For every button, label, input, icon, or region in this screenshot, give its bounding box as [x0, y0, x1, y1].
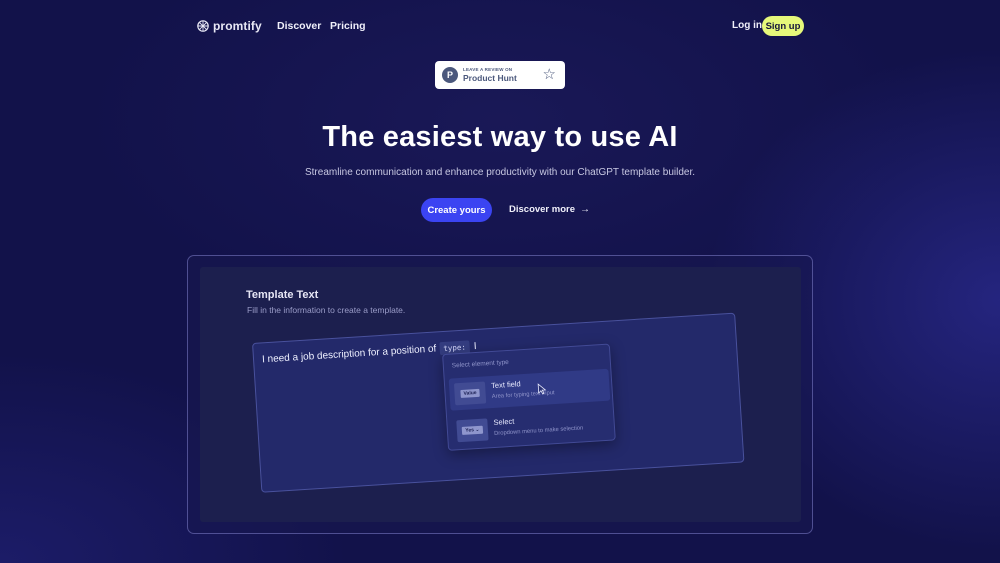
discover-more-label: Discover more — [509, 204, 576, 215]
nav-link-discover[interactable]: Discover — [277, 20, 321, 32]
thumb-chip: Yes ⌄ — [462, 425, 483, 435]
template-title: Template Text — [246, 289, 319, 301]
template-text-area[interactable]: I need a job description for a position … — [252, 312, 745, 493]
product-hunt-logo-icon: P — [442, 67, 458, 83]
dropdown-item-name: Select — [493, 416, 515, 427]
template-editor-preview: Template Text Fill in the information to… — [200, 267, 801, 522]
element-type-dropdown: Select element type Value Text field Are… — [442, 343, 616, 451]
top-nav: promtify Discover Pricing Log in Sign up — [0, 0, 1000, 52]
prompt-text: I need a job description for a position … — [261, 343, 437, 366]
product-hunt-name: Product Hunt — [463, 73, 517, 83]
dropdown-item-description: Dropdown menu to make selection — [494, 425, 584, 437]
text-field-thumbnail: Value — [453, 381, 487, 406]
dropdown-item-name: Text field — [490, 379, 521, 391]
dropdown-item-select[interactable]: Yes ⌄ Select Dropdown menu to make selec… — [451, 406, 613, 448]
thumb-chip: Value — [460, 388, 480, 398]
logo-text: promtify — [213, 19, 262, 33]
hero-subtitle: Streamline communication and enhance pro… — [304, 167, 696, 178]
text-caret: I — [473, 340, 477, 353]
select-thumbnail: Yes ⌄ — [456, 418, 489, 443]
discover-more-link[interactable]: Discover more → — [509, 204, 590, 215]
dropdown-header: Select element type — [451, 358, 510, 370]
product-hunt-badge[interactable]: P LEAVE A REVIEW ON Product Hunt ☆ — [435, 61, 565, 89]
template-subtitle: Fill in the information to create a temp… — [247, 305, 406, 315]
create-yours-button[interactable]: Create yours — [421, 198, 492, 222]
logo[interactable]: promtify — [197, 19, 262, 33]
arrow-right-icon: → — [580, 203, 591, 215]
promtify-logo-icon — [197, 20, 209, 32]
nav-link-pricing[interactable]: Pricing — [330, 20, 366, 32]
mouse-cursor-icon — [537, 383, 547, 395]
login-link[interactable]: Log in — [732, 20, 762, 31]
dropdown-item-text-field[interactable]: Value Text field Area for typing text in… — [448, 368, 611, 411]
signup-button[interactable]: Sign up — [762, 16, 804, 36]
star-icon: ☆ — [542, 66, 556, 83]
hero-title: The easiest way to use AI — [322, 121, 678, 153]
